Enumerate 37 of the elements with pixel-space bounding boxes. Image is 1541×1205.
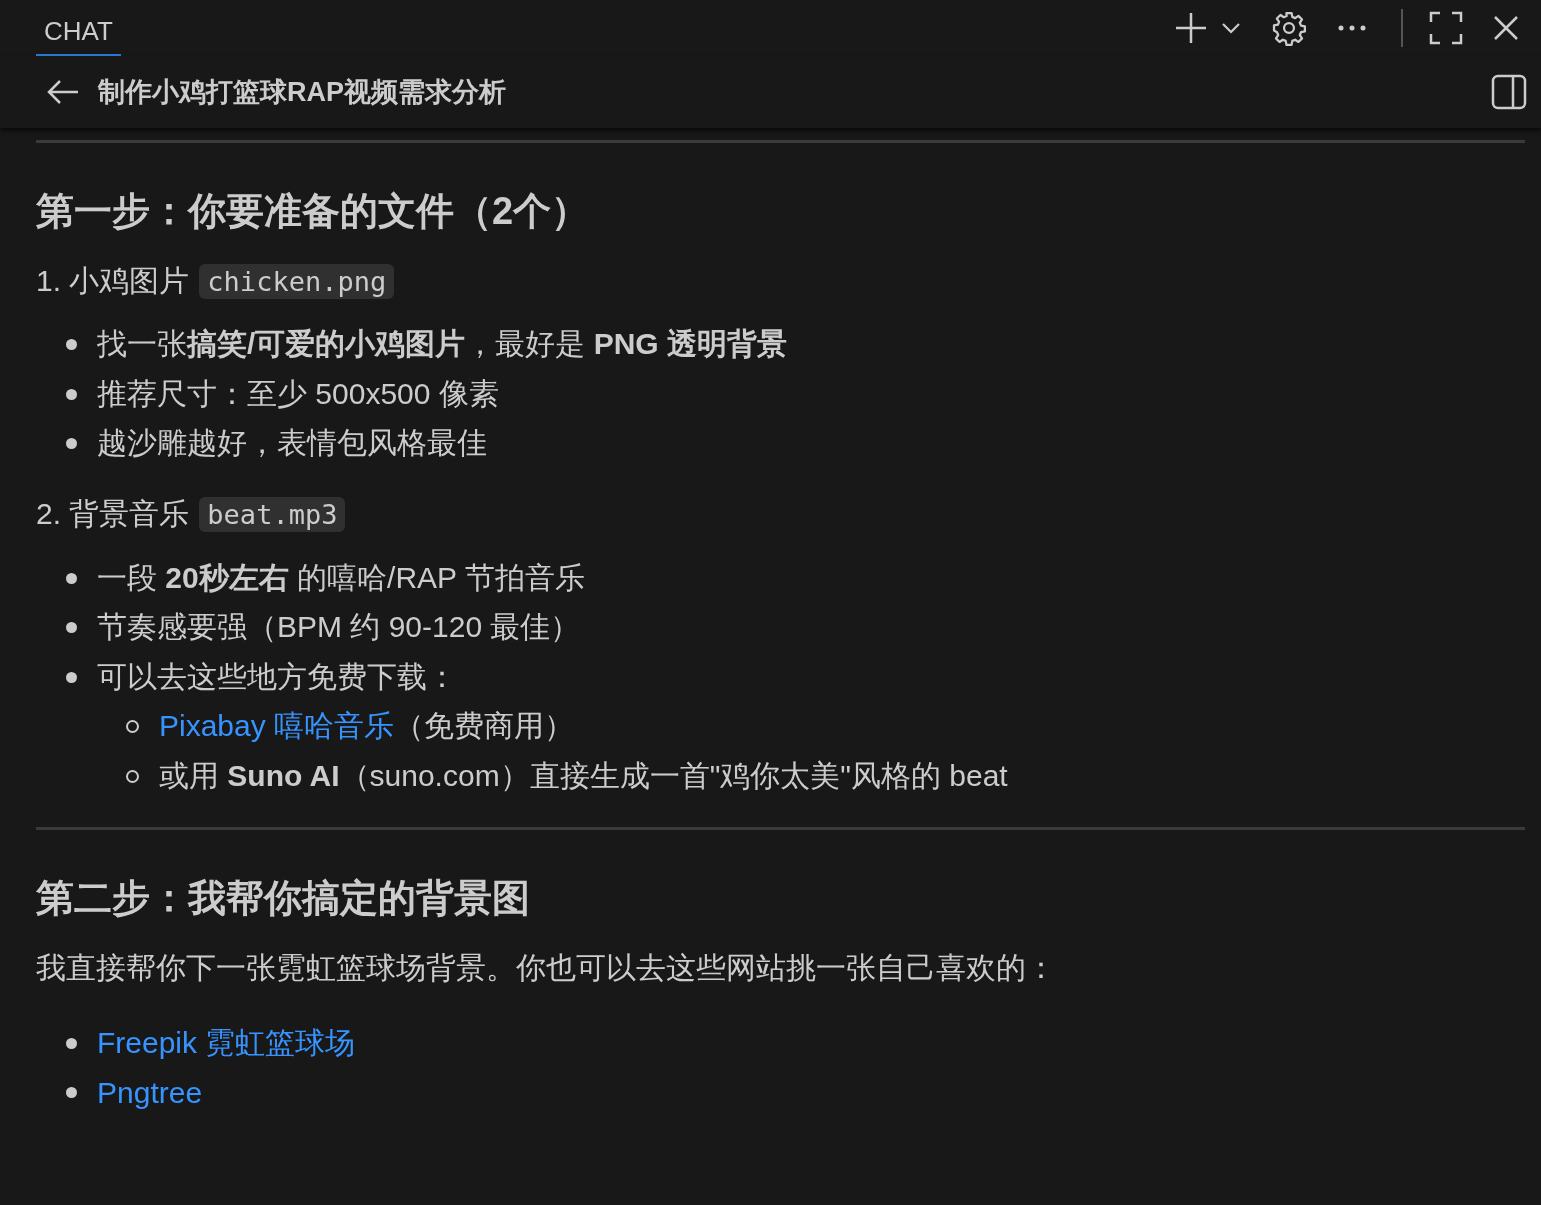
bullet-dot xyxy=(66,671,77,683)
section-heading: 第一步：你要准备的文件（2个） xyxy=(36,191,591,233)
list-item-text: （免费商用） xyxy=(394,708,575,745)
file-name-code: beat.mp3 xyxy=(199,497,346,533)
chat-title: 制作小鸡打篮球RAP视频需求分析 xyxy=(98,76,506,109)
bullet-dot xyxy=(66,1037,77,1049)
bullet-dot xyxy=(66,572,77,584)
section-heading: 第二步：我帮你搞定的背景图 xyxy=(36,877,531,920)
link[interactable]: Pngtree xyxy=(97,1075,203,1110)
link[interactable]: Pixabay 嘻哈音乐 xyxy=(159,706,395,748)
settings-icon[interactable] xyxy=(1271,10,1307,46)
list-item-title: 2. 背景音乐 xyxy=(36,496,190,533)
fullscreen-icon[interactable] xyxy=(1429,11,1463,45)
bullet-circle xyxy=(126,769,139,783)
split-panel-icon[interactable] xyxy=(1491,74,1527,110)
list-item-text: 越沙雕越好，表情包风格最佳 xyxy=(97,425,487,462)
back-arrow-icon[interactable] xyxy=(46,79,80,105)
bullet-dot xyxy=(66,1087,77,1099)
list-item-title: 1. 小鸡图片 xyxy=(36,262,190,299)
link[interactable]: Freepik 霓虹篮球场 xyxy=(97,1022,356,1064)
bullet-dot xyxy=(66,388,77,400)
list-item-text: 一段 20秒左右 的嘻哈/RAP 节拍音乐 xyxy=(97,559,585,596)
more-icon[interactable] xyxy=(1337,24,1367,32)
list-item-text: 可以去这些地方免费下载： xyxy=(97,658,457,695)
list-item-text: 节奏感要强（BPM 约 90-120 最佳） xyxy=(97,609,581,646)
paragraph: 我直接帮你下一张霓虹篮球场背景。你也可以去这些网站挑一张自己喜欢的： xyxy=(36,949,1057,986)
bullet-dot xyxy=(66,339,77,351)
bullet-circle xyxy=(126,720,139,734)
close-icon[interactable] xyxy=(1493,15,1519,41)
list-item-text: 找一张搞笑/可爱的小鸡图片，最好是 PNG 透明背景 xyxy=(97,326,788,363)
list-item-text: 或用 Suno AI（suno.com）直接生成一首"鸡你太美"风格的 beat xyxy=(159,757,1008,794)
bullet-dot xyxy=(66,622,77,634)
chevron-down-icon[interactable] xyxy=(1221,22,1241,34)
bullet-dot xyxy=(66,438,77,450)
list-item-text: 推荐尺寸：至少 500x500 像素 xyxy=(97,375,499,412)
file-name-code: chicken.png xyxy=(199,263,395,299)
plus-icon[interactable] xyxy=(1173,10,1209,46)
